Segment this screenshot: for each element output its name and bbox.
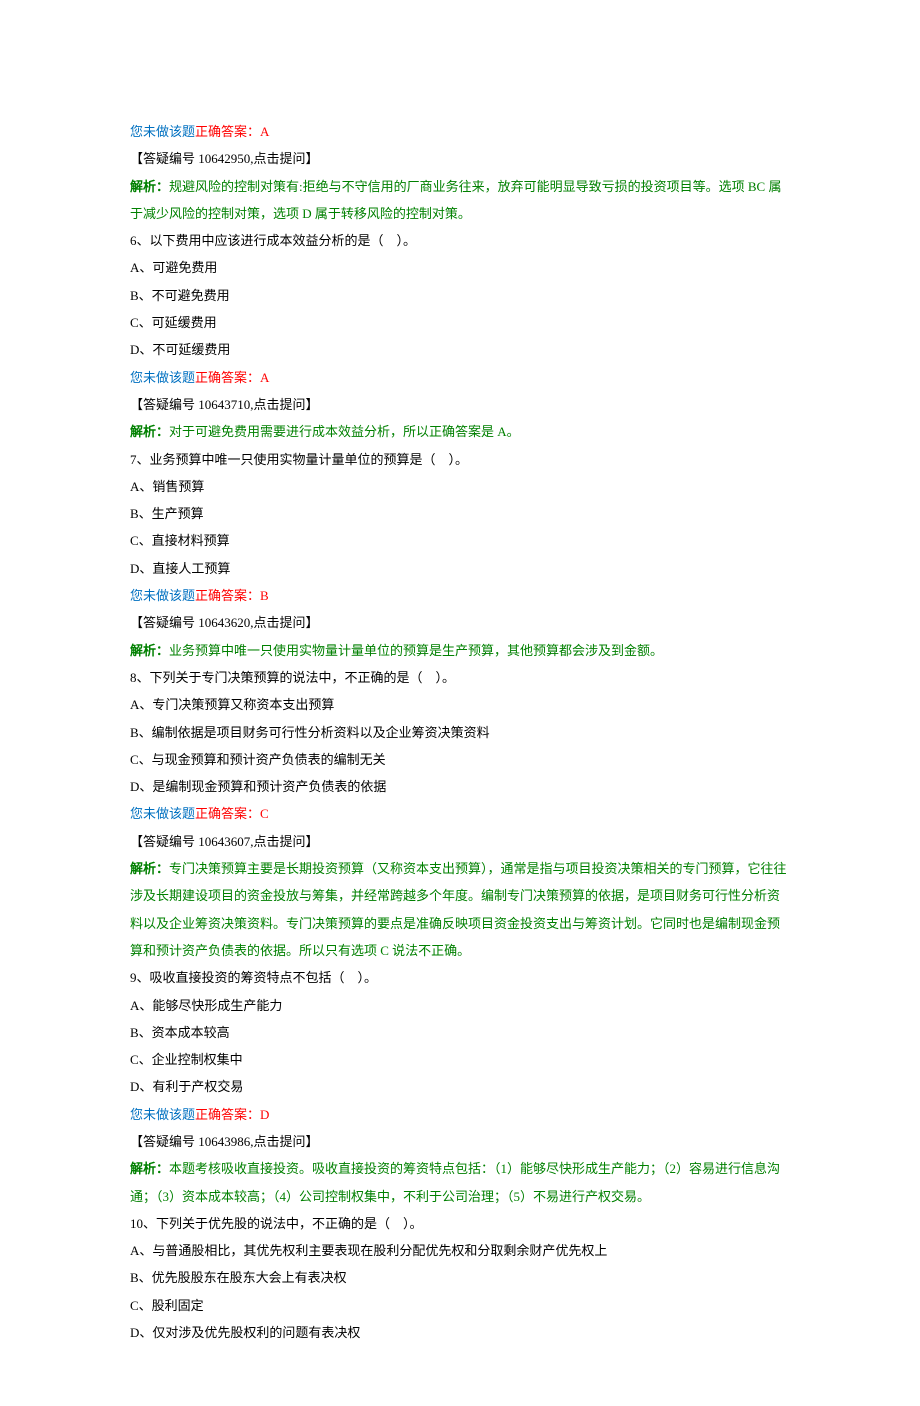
not-done-label: 您未做该题 xyxy=(130,370,195,385)
option-text: D、直接人工预算 xyxy=(130,555,790,582)
question-text: 8、下列关于专门决策预算的说法中，不正确的是（ ）。 xyxy=(130,664,790,691)
explanation-label: 解析： xyxy=(130,424,169,439)
question-text: 10、下列关于优先股的说法中，不正确的是（ ）。 xyxy=(130,1210,790,1237)
explanation-line: 解析：对于可避免费用需要进行成本效益分析，所以正确答案是 A。 xyxy=(130,418,790,445)
option-text: B、资本成本较高 xyxy=(130,1019,790,1046)
explanation-label: 解析： xyxy=(130,643,169,658)
explanation-line: 解析：专门决策预算主要是长期投资预算（又称资本支出预算），通常是指与项目投资决策… xyxy=(130,855,790,964)
reference-number[interactable]: 【答疑编号 10642950,点击提问】 xyxy=(130,145,790,172)
question-text: 6、以下费用中应该进行成本效益分析的是（ ）。 xyxy=(130,227,790,254)
option-text: D、有利于产权交易 xyxy=(130,1073,790,1100)
answer-line: 您未做该题正确答案：D xyxy=(130,1101,790,1128)
option-text: D、仅对涉及优先股权利的问题有表决权 xyxy=(130,1319,790,1346)
correct-answer-label: 正确答案：B xyxy=(195,588,269,603)
explanation-text: 专门决策预算主要是长期投资预算（又称资本支出预算），通常是指与项目投资决策相关的… xyxy=(130,861,787,958)
answer-line: 您未做该题正确答案：A xyxy=(130,364,790,391)
explanation-line: 解析：本题考核吸收直接投资。吸收直接投资的筹资特点包括：（1）能够尽快形成生产能… xyxy=(130,1155,790,1210)
explanation-line: 解析：业务预算中唯一只使用实物量计量单位的预算是生产预算，其他预算都会涉及到金额… xyxy=(130,637,790,664)
not-done-label: 您未做该题 xyxy=(130,1107,195,1122)
answer-line: 您未做该题正确答案：C xyxy=(130,800,790,827)
explanation-text: 规避风险的控制对策有:拒绝与不守信用的厂商业务往来，放弃可能明显导致亏损的投资项… xyxy=(130,179,781,221)
correct-answer-label: 正确答案：C xyxy=(195,806,269,821)
reference-number[interactable]: 【答疑编号 10643710,点击提问】 xyxy=(130,391,790,418)
option-text: D、是编制现金预算和预计资产负债表的依据 xyxy=(130,773,790,800)
correct-answer-label: 正确答案：A xyxy=(195,370,269,385)
option-text: C、股利固定 xyxy=(130,1292,790,1319)
option-text: A、与普通股相比，其优先权利主要表现在股利分配优先权和分取剩余财产优先权上 xyxy=(130,1237,790,1264)
option-text: A、专门决策预算又称资本支出预算 xyxy=(130,691,790,718)
option-text: B、不可避免费用 xyxy=(130,282,790,309)
explanation-text: 业务预算中唯一只使用实物量计量单位的预算是生产预算，其他预算都会涉及到金额。 xyxy=(169,643,663,658)
explanation-text: 本题考核吸收直接投资。吸收直接投资的筹资特点包括：（1）能够尽快形成生产能力；（… xyxy=(130,1161,780,1203)
explanation-label: 解析： xyxy=(130,179,169,194)
option-text: B、编制依据是项目财务可行性分析资料以及企业筹资决策资料 xyxy=(130,719,790,746)
not-done-label: 您未做该题 xyxy=(130,588,195,603)
option-text: C、企业控制权集中 xyxy=(130,1046,790,1073)
explanation-label: 解析： xyxy=(130,1161,169,1176)
option-text: B、生产预算 xyxy=(130,500,790,527)
question-text: 7、业务预算中唯一只使用实物量计量单位的预算是（ ）。 xyxy=(130,446,790,473)
option-text: C、可延缓费用 xyxy=(130,309,790,336)
option-text: A、销售预算 xyxy=(130,473,790,500)
reference-number[interactable]: 【答疑编号 10643607,点击提问】 xyxy=(130,828,790,855)
option-text: A、能够尽快形成生产能力 xyxy=(130,992,790,1019)
option-text: A、可避免费用 xyxy=(130,254,790,281)
explanation-text: 对于可避免费用需要进行成本效益分析，所以正确答案是 A。 xyxy=(169,424,520,439)
explanation-line: 解析：规避风险的控制对策有:拒绝与不守信用的厂商业务往来，放弃可能明显导致亏损的… xyxy=(130,173,790,228)
answer-line: 您未做该题正确答案：A xyxy=(130,118,790,145)
option-text: C、与现金预算和预计资产负债表的编制无关 xyxy=(130,746,790,773)
option-text: C、直接材料预算 xyxy=(130,527,790,554)
option-text: B、优先股股东在股东大会上有表决权 xyxy=(130,1264,790,1291)
correct-answer-label: 正确答案：D xyxy=(195,1107,269,1122)
not-done-label: 您未做该题 xyxy=(130,806,195,821)
question-text: 9、吸收直接投资的筹资特点不包括（ ）。 xyxy=(130,964,790,991)
option-text: D、不可延缓费用 xyxy=(130,336,790,363)
explanation-label: 解析： xyxy=(130,861,169,876)
correct-answer-label: 正确答案：A xyxy=(195,124,269,139)
reference-number[interactable]: 【答疑编号 10643620,点击提问】 xyxy=(130,609,790,636)
not-done-label: 您未做该题 xyxy=(130,124,195,139)
answer-line: 您未做该题正确答案：B xyxy=(130,582,790,609)
reference-number[interactable]: 【答疑编号 10643986,点击提问】 xyxy=(130,1128,790,1155)
